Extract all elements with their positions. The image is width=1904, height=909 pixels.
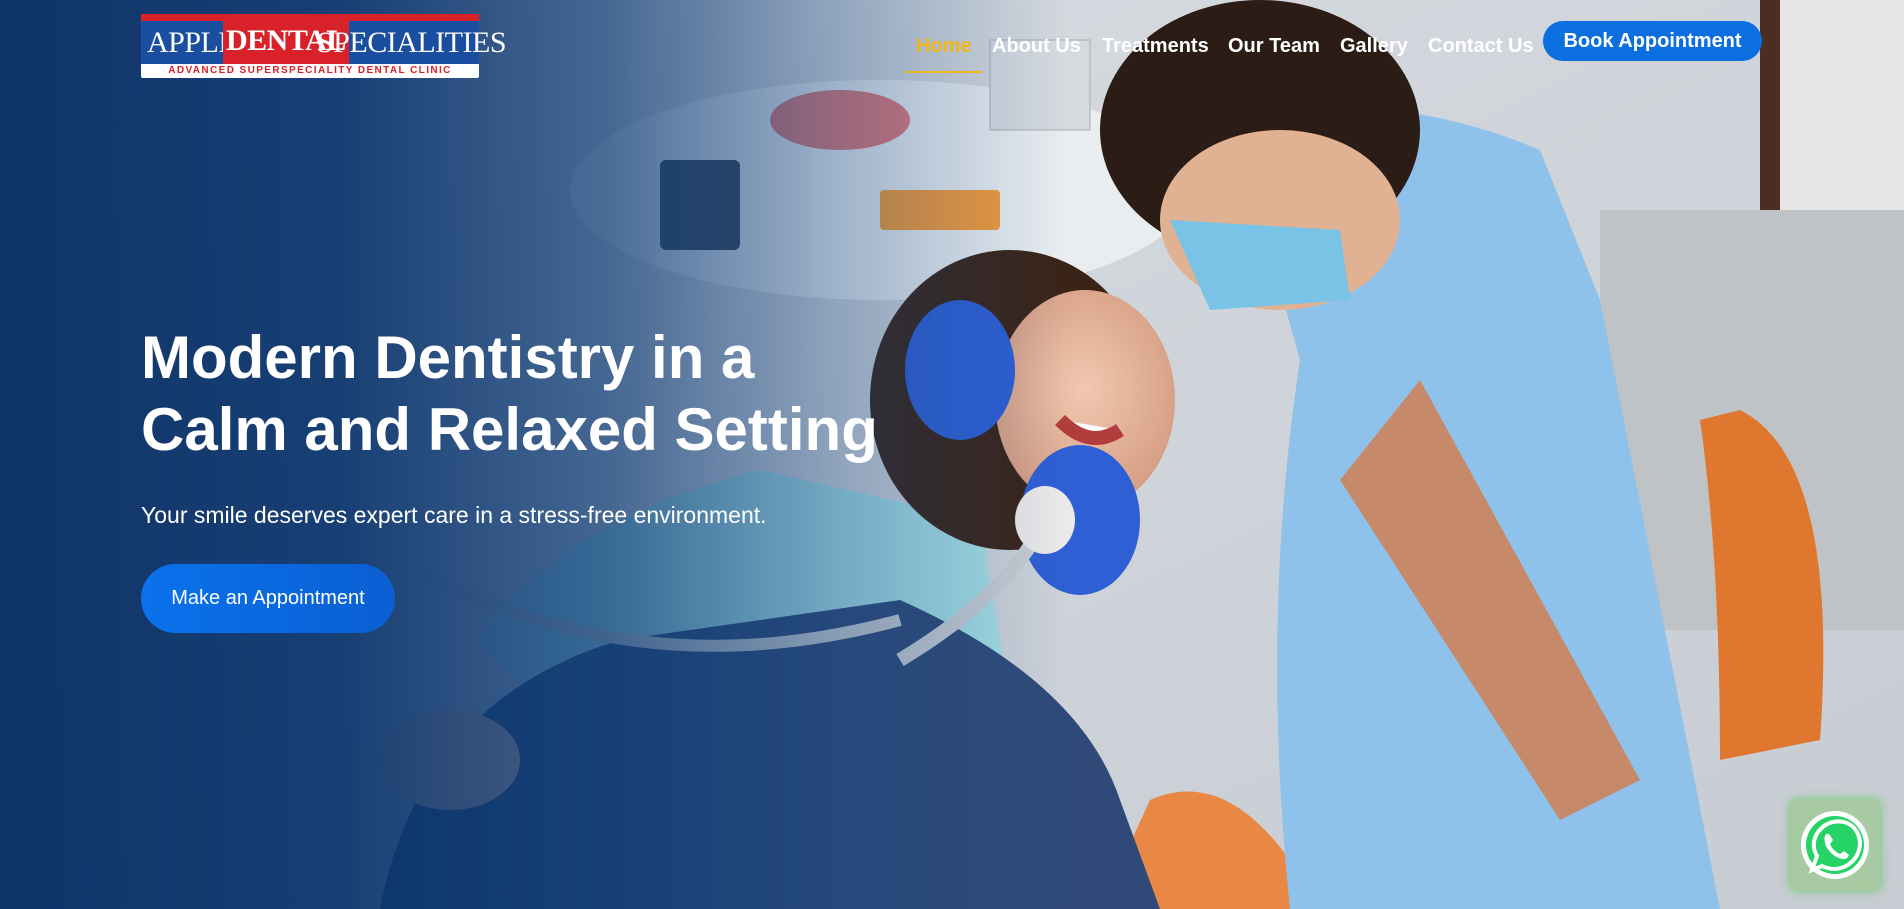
nav-contact-us[interactable]: Contact Us <box>1428 34 1534 58</box>
nav-treatments[interactable]: Treatments <box>1102 34 1209 58</box>
nav-about-us[interactable]: About Us <box>992 34 1081 58</box>
hero-headline-line1: Modern Dentistry in a <box>141 324 755 391</box>
hero-subtitle: Your smile deserves expert care in a str… <box>141 502 767 528</box>
hero-headline: Modern Dentistry in a Calm and Relaxed S… <box>141 322 921 466</box>
logo-tagline: ADVANCED SUPERSPECIALITY DENTAL CLINIC <box>168 65 452 76</box>
nav-active-underline <box>905 71 982 73</box>
whatsapp-float-button[interactable] <box>1790 800 1880 890</box>
site-logo[interactable]: APPLE DENTAL SPECIALITIES ADVANCED SUPER… <box>141 14 507 78</box>
nav-our-team[interactable]: Our Team <box>1228 34 1320 58</box>
whatsapp-icon <box>1801 811 1869 879</box>
logo-word-specialities: SPECIALITIES <box>317 26 507 59</box>
hero-headline-line2: Calm and Relaxed Setting <box>141 396 878 463</box>
nav-home[interactable]: Home <box>916 34 972 58</box>
nav-gallery[interactable]: Gallery <box>1340 34 1408 58</box>
make-appointment-button[interactable]: Make an Appointment <box>141 564 395 633</box>
book-appointment-button[interactable]: Book Appointment <box>1543 21 1762 61</box>
